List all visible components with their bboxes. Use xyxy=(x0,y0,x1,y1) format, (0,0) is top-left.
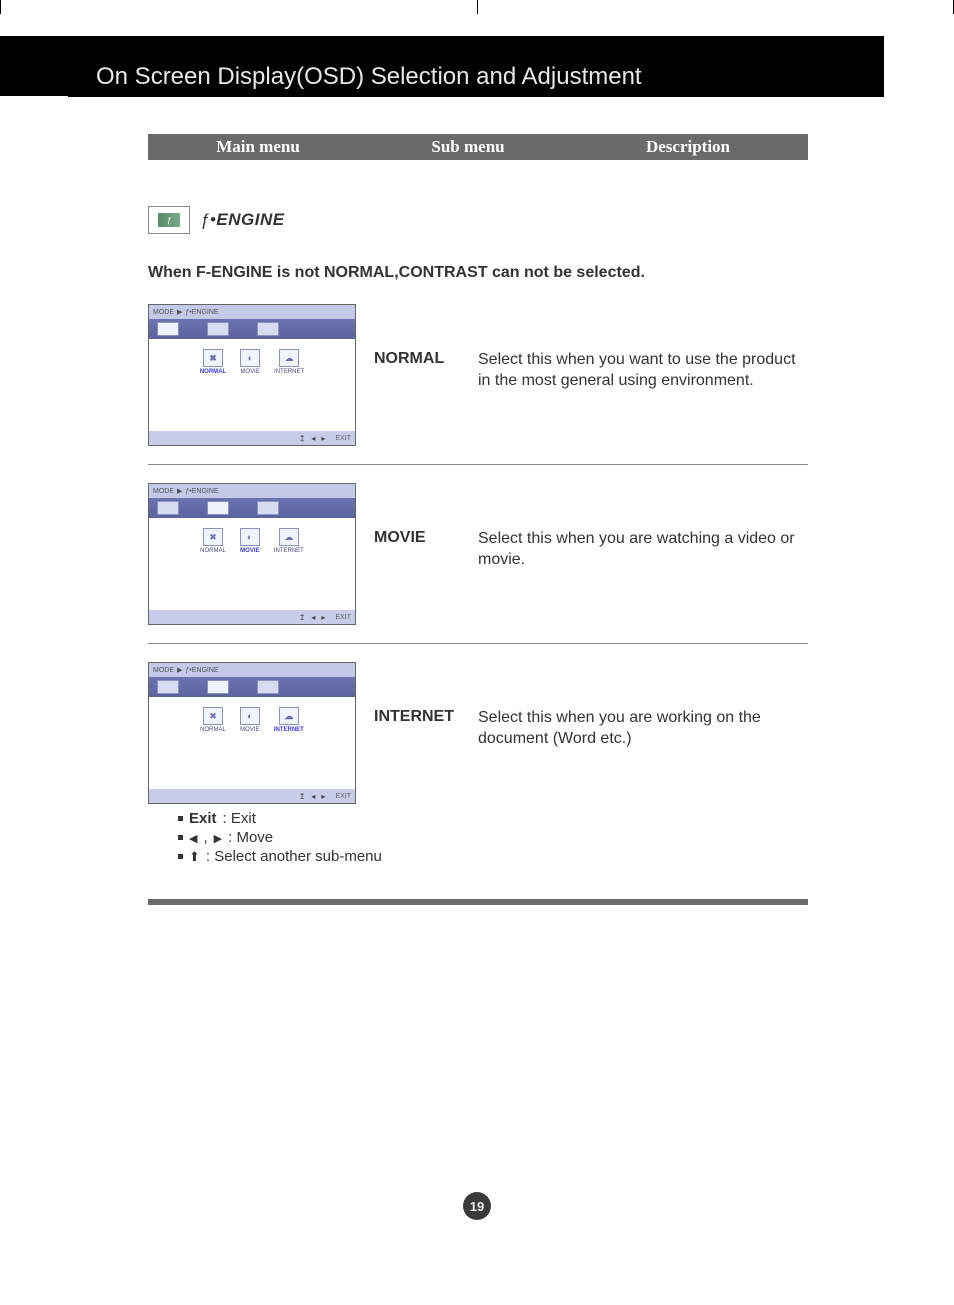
osd-footer: ↥ ◂ ▸ EXIT xyxy=(149,431,355,445)
osd-opt-normal: ✖NORMAL xyxy=(200,707,226,779)
legend: Exit : Exit , : Move : Select another su… xyxy=(178,810,808,865)
osd-footer: ↥ ◂ ▸ EXIT xyxy=(149,610,355,624)
osd-tab-strip xyxy=(149,498,355,518)
mode-section-normal: MODE ▶ ƒ•ENGINE ✖NORMAL ◐MOVIE ☁INTERNET… xyxy=(148,304,808,446)
section-divider xyxy=(148,464,808,465)
up-icon: ↥ xyxy=(299,613,306,622)
osd-options: ✖NORMAL ◐MOVIE ☁INTERNET xyxy=(149,518,355,610)
osd-breadcrumb-mode: MODE xyxy=(153,309,174,316)
osd-exit-label: EXIT xyxy=(335,435,351,442)
engine-note: When F-ENGINE is not NORMAL,CONTRAST can… xyxy=(148,264,808,282)
mode-name-movie: MOVIE xyxy=(374,529,460,571)
page-number-badge: 19 xyxy=(463,1192,491,1220)
osd-tab-1 xyxy=(157,680,179,694)
up-icon: ↥ xyxy=(299,434,306,443)
engine-heading: ƒ ENGINE xyxy=(148,206,808,234)
osd-tab-1 xyxy=(157,322,179,336)
footer-divider xyxy=(148,899,808,905)
osd-exit-label: EXIT xyxy=(335,614,351,621)
osd-opt-normal: ✖NORMAL xyxy=(200,528,226,600)
mode-desc-normal: Select this when you want to use the pro… xyxy=(478,350,808,392)
osd-breadcrumb-mode: MODE xyxy=(153,488,174,495)
osd-opt-internet: ☁INTERNET xyxy=(274,528,304,600)
f-engine-icon: ƒ xyxy=(158,213,180,227)
osd-breadcrumb-engine: ƒ•ENGINE xyxy=(185,488,218,495)
osd-breadcrumb-engine: ƒ•ENGINE xyxy=(185,309,218,316)
mode-desc-movie: Select this when you are watching a vide… xyxy=(478,529,808,571)
right-icon: ▸ xyxy=(321,613,325,622)
header-description: Description xyxy=(568,137,808,157)
mode-desc-internet: Select this when you are working on the … xyxy=(478,708,808,750)
crop-marks xyxy=(0,0,954,14)
table-header: Main menu Sub menu Description xyxy=(148,134,808,160)
bullet-icon xyxy=(178,854,183,859)
chevron-right-icon: ▶ xyxy=(177,308,182,316)
header-main-menu: Main menu xyxy=(148,137,368,157)
osd-tab-1 xyxy=(157,501,179,515)
osd-breadcrumb-engine: ƒ•ENGINE xyxy=(185,667,218,674)
page-title-row: On Screen Display(OSD) Selection and Adj… xyxy=(68,57,884,97)
osd-footer: ↥ ◂ ▸ EXIT xyxy=(149,789,355,803)
triangle-left-icon xyxy=(189,829,197,846)
osd-opt-movie: ◐MOVIE xyxy=(240,349,260,421)
legend-submenu: : Select another sub-menu xyxy=(178,848,808,865)
osd-tab-2 xyxy=(207,322,229,336)
bullet-icon xyxy=(178,816,183,821)
legend-submenu-desc: : Select another sub-menu xyxy=(206,848,382,865)
left-icon: ◂ xyxy=(311,613,315,622)
osd-opt-internet: ☁INTERNET xyxy=(274,349,304,421)
up-arrow-icon xyxy=(189,848,200,865)
legend-move: , : Move xyxy=(178,829,808,846)
content-area: Main menu Sub menu Description ƒ ENGINE … xyxy=(148,134,808,905)
osd-opt-internet: ☁INTERNET xyxy=(274,707,304,779)
engine-icon-frame: ƒ xyxy=(148,206,190,234)
osd-tab-strip xyxy=(149,677,355,697)
mode-name-normal: NORMAL xyxy=(374,350,460,392)
osd-options: ✖NORMAL ◐MOVIE ☁INTERNET xyxy=(149,339,355,431)
chevron-right-icon: ▶ xyxy=(177,666,182,674)
comma: , xyxy=(203,829,207,846)
engine-label: ENGINE xyxy=(200,210,285,230)
osd-breadcrumb: MODE ▶ ƒ•ENGINE xyxy=(149,484,355,498)
osd-thumbnail-normal: MODE ▶ ƒ•ENGINE ✖NORMAL ◐MOVIE ☁INTERNET… xyxy=(148,304,356,446)
mode-section-internet: MODE ▶ ƒ•ENGINE ✖NORMAL ◐MOVIE ☁INTERNET… xyxy=(148,662,808,804)
osd-tab-3 xyxy=(257,501,279,515)
mode-name-internet: INTERNET xyxy=(374,708,460,750)
osd-tab-strip xyxy=(149,319,355,339)
left-icon: ◂ xyxy=(311,792,315,801)
legend-exit-desc: : Exit xyxy=(223,810,256,827)
legend-move-desc: : Move xyxy=(228,829,273,846)
right-icon: ▸ xyxy=(321,792,325,801)
osd-tab-2 xyxy=(207,501,229,515)
osd-tab-3 xyxy=(257,322,279,336)
osd-options: ✖NORMAL ◐MOVIE ☁INTERNET xyxy=(149,697,355,789)
osd-tab-2 xyxy=(207,680,229,694)
right-icon: ▸ xyxy=(321,434,325,443)
chevron-right-icon: ▶ xyxy=(177,487,182,495)
osd-exit-label: EXIT xyxy=(335,793,351,800)
osd-opt-movie: ◐MOVIE xyxy=(240,528,260,600)
osd-breadcrumb-mode: MODE xyxy=(153,667,174,674)
mode-section-movie: MODE ▶ ƒ•ENGINE ✖NORMAL ◐MOVIE ☁INTERNET… xyxy=(148,483,808,625)
page-title: On Screen Display(OSD) Selection and Adj… xyxy=(96,63,642,91)
osd-opt-normal: ✖NORMAL xyxy=(200,349,226,421)
triangle-right-icon xyxy=(214,829,222,846)
osd-thumbnail-movie: MODE ▶ ƒ•ENGINE ✖NORMAL ◐MOVIE ☁INTERNET… xyxy=(148,483,356,625)
osd-opt-movie: ◐MOVIE xyxy=(240,707,260,779)
bullet-icon xyxy=(178,835,183,840)
up-icon: ↥ xyxy=(299,792,306,801)
osd-breadcrumb: MODE ▶ ƒ•ENGINE xyxy=(149,305,355,319)
page-number: 19 xyxy=(470,1199,484,1214)
osd-breadcrumb: MODE ▶ ƒ•ENGINE xyxy=(149,663,355,677)
osd-tab-3 xyxy=(257,680,279,694)
header-sub-menu: Sub menu xyxy=(368,137,568,157)
left-icon: ◂ xyxy=(311,434,315,443)
osd-thumbnail-internet: MODE ▶ ƒ•ENGINE ✖NORMAL ◐MOVIE ☁INTERNET… xyxy=(148,662,356,804)
legend-exit: Exit : Exit xyxy=(178,810,808,827)
section-divider xyxy=(148,643,808,644)
legend-exit-label: Exit xyxy=(189,810,217,827)
